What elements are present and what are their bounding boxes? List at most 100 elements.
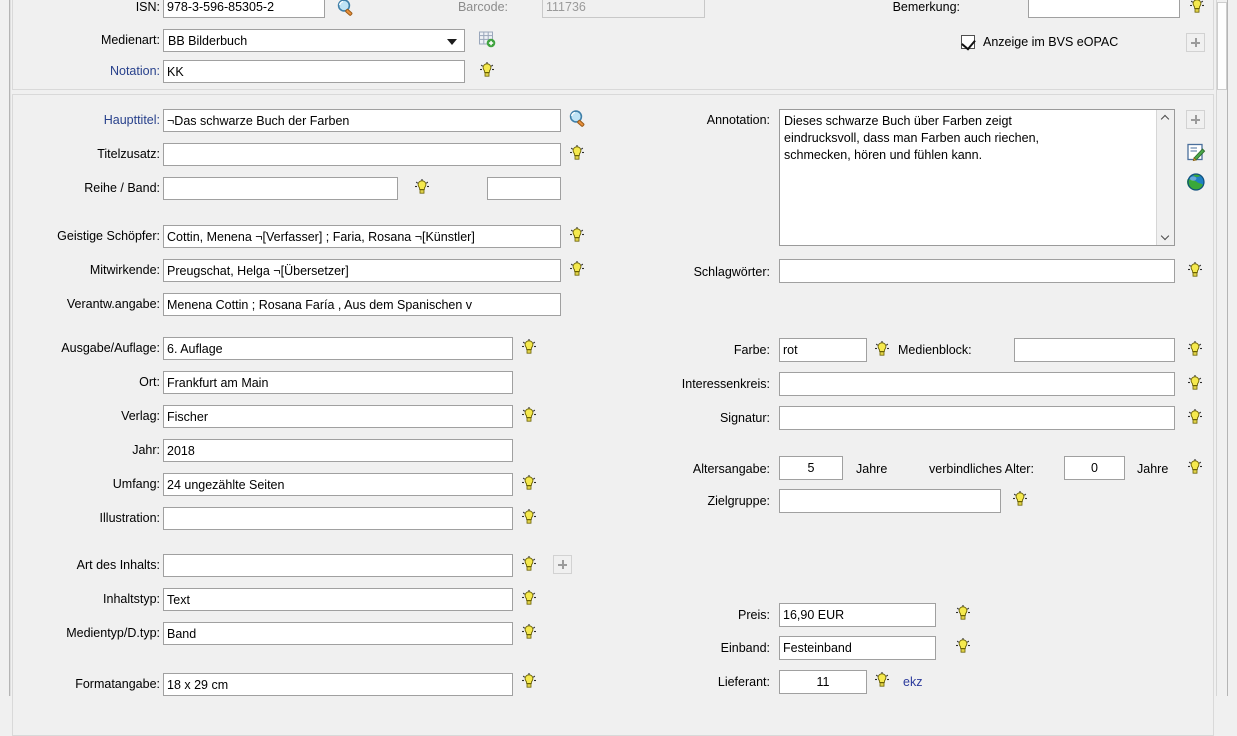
medientyp-input[interactable]: Band: [163, 622, 513, 645]
annotation-label: Annotation:: [706, 113, 770, 127]
verantw-angabe-value: Menena Cottin ; Rosana Faría , Aus dem S…: [167, 297, 473, 312]
bemerkung-hint-bulb-icon[interactable]: [1188, 0, 1206, 15]
lieferant-input[interactable]: 11: [779, 670, 867, 694]
lieferant-hint-bulb-icon[interactable]: [873, 671, 891, 689]
verlag-hint-bulb-icon[interactable]: [520, 406, 538, 424]
lieferant-name-link[interactable]: ekz: [903, 675, 922, 689]
verbindliches-alter-input[interactable]: 0: [1064, 456, 1125, 480]
chevron-up-icon: [1162, 115, 1169, 122]
einband-input[interactable]: Festeinband: [779, 636, 936, 660]
titelzusatz-input[interactable]: [163, 143, 561, 166]
scroll-down-button[interactable]: [1157, 228, 1174, 245]
reihe-hint-bulb-icon[interactable]: [413, 178, 431, 196]
notation-input[interactable]: KK: [163, 60, 465, 83]
altersangabe-input[interactable]: 5: [779, 456, 843, 480]
farbe-input[interactable]: rot: [779, 338, 867, 362]
ort-label: Ort:: [139, 375, 160, 389]
altersangabe-unit: Jahre: [856, 462, 888, 476]
scroll-up-button[interactable]: [1157, 110, 1174, 127]
medientyp-hint-bulb-icon[interactable]: [520, 623, 538, 641]
eopac-label: Anzeige im BVS eOPAC: [983, 35, 1119, 49]
notation-value: KK: [167, 64, 184, 79]
inhaltstyp-hint-bulb-icon[interactable]: [520, 589, 538, 607]
mitwirkende-input[interactable]: Preugschat, Helga ¬[Übersetzer]: [163, 259, 561, 282]
bemerkung-label: Bemerkung:: [892, 0, 960, 14]
mitwirkende-label: Mitwirkende:: [89, 263, 160, 277]
formatangabe-input[interactable]: 18 x 29 cm: [163, 673, 513, 696]
chevron-down-icon[interactable]: [447, 38, 457, 45]
illustration-hint-bulb-icon[interactable]: [520, 508, 538, 526]
isbn-value: 978-3-596-85305-2: [167, 0, 275, 14]
altersangabe-label: Altersangabe:: [692, 462, 770, 476]
umfang-input[interactable]: 24 ungezählte Seiten: [163, 473, 513, 496]
preis-hint-bulb-icon[interactable]: [954, 604, 972, 622]
umfang-hint-bulb-icon[interactable]: [520, 474, 538, 492]
illustration-label: Illustration:: [99, 511, 160, 525]
notation-hint-bulb-icon[interactable]: [478, 61, 496, 79]
mitwirkende-value: Preugschat, Helga ¬[Übersetzer]: [167, 263, 349, 278]
einband-hint-bulb-icon[interactable]: [954, 637, 972, 655]
verlag-input[interactable]: Fischer: [163, 405, 513, 428]
formatangabe-hint-bulb-icon[interactable]: [520, 672, 538, 690]
medienblock-label: Medienblock:: [898, 343, 972, 357]
edit-note-icon[interactable]: [1186, 142, 1206, 162]
zielgruppe-input[interactable]: [779, 489, 1001, 513]
art-des-inhalts-hint-bulb-icon[interactable]: [520, 555, 538, 573]
medienblock-input[interactable]: [1014, 338, 1175, 362]
haupttitel-input[interactable]: ¬Das schwarze Buch der Farben: [163, 109, 561, 132]
haupttitel-magnifier-icon[interactable]: [568, 109, 588, 129]
altersangabe-value: 5: [807, 461, 815, 475]
art-des-inhalts-add-button[interactable]: [553, 555, 572, 574]
ausgabe-input[interactable]: 6. Auflage: [163, 337, 513, 360]
verantw-angabe-input[interactable]: Menena Cottin ; Rosana Faría , Aus dem S…: [163, 293, 561, 316]
annotation-add-button[interactable]: [1186, 110, 1205, 129]
alter-hint-bulb-icon[interactable]: [1186, 458, 1204, 476]
art-des-inhalts-input[interactable]: [163, 554, 513, 577]
titelzusatz-hint-bulb-icon[interactable]: [568, 144, 586, 162]
interessenkreis-input[interactable]: [779, 372, 1175, 396]
verlag-value: Fischer: [167, 409, 208, 424]
einband-label: Einband:: [720, 641, 770, 655]
barcode-value: 111736: [546, 0, 586, 14]
medienart-combobox[interactable]: BB Bilderbuch: [163, 29, 465, 52]
annotation-scrollbar[interactable]: [1156, 110, 1174, 245]
magnifier-icon[interactable]: [336, 0, 356, 18]
mitwirkende-hint-bulb-icon[interactable]: [568, 260, 586, 278]
ausgabe-value: 6. Auflage: [167, 341, 223, 356]
farbe-value: rot: [783, 343, 798, 357]
umfang-value: 24 ungezählte Seiten: [167, 477, 285, 492]
reihe-input[interactable]: [163, 177, 398, 200]
schlagwoerter-hint-bulb-icon[interactable]: [1186, 261, 1204, 279]
eopac-checkbox[interactable]: [961, 35, 976, 51]
geistige-schoepfer-hint-bulb-icon[interactable]: [568, 226, 586, 244]
bemerkung-input[interactable]: [1028, 0, 1180, 18]
preis-input[interactable]: 16,90 EUR: [779, 603, 936, 627]
geistige-schoepfer-input[interactable]: Cottin, Menena ¬[Verfasser] ; Faria, Ros…: [163, 225, 561, 248]
vertical-scrollbar-thumb[interactable]: [1217, 2, 1227, 90]
medienblock-hint-bulb-icon[interactable]: [1186, 340, 1204, 358]
band-input[interactable]: [487, 177, 561, 200]
farbe-hint-bulb-icon[interactable]: [873, 340, 891, 358]
signatur-hint-bulb-icon[interactable]: [1186, 408, 1204, 426]
vertical-scrollbar-track[interactable]: [1216, 0, 1227, 696]
record-form-window: ISN: 978-3-596-85305-2 Barcode: 111736 B…: [0, 0, 1237, 736]
inhaltstyp-label: Inhaltstyp:: [103, 592, 160, 606]
isbn-input[interactable]: 978-3-596-85305-2: [163, 0, 325, 18]
grid-add-icon[interactable]: [478, 30, 496, 48]
zielgruppe-hint-bulb-icon[interactable]: [1011, 490, 1029, 508]
preis-label: Preis:: [738, 608, 770, 622]
eopac-add-button[interactable]: [1186, 33, 1205, 52]
verbindliches-alter-value: 0: [1091, 461, 1098, 475]
jahr-input[interactable]: 2018: [163, 439, 513, 462]
globe-icon[interactable]: [1186, 172, 1206, 192]
haupttitel-value: ¬Das schwarze Buch der Farben: [167, 113, 350, 128]
interessenkreis-hint-bulb-icon[interactable]: [1186, 374, 1204, 392]
inhaltstyp-input[interactable]: Text: [163, 588, 513, 611]
ort-input[interactable]: Frankfurt am Main: [163, 371, 513, 394]
ausgabe-hint-bulb-icon[interactable]: [520, 338, 538, 356]
annotation-textarea[interactable]: Dieses schwarze Buch über Farben zeigt e…: [779, 109, 1175, 246]
farbe-label: Farbe:: [733, 343, 770, 357]
schlagwoerter-input[interactable]: [779, 259, 1175, 283]
signatur-input[interactable]: [779, 406, 1175, 430]
illustration-input[interactable]: [163, 507, 513, 530]
